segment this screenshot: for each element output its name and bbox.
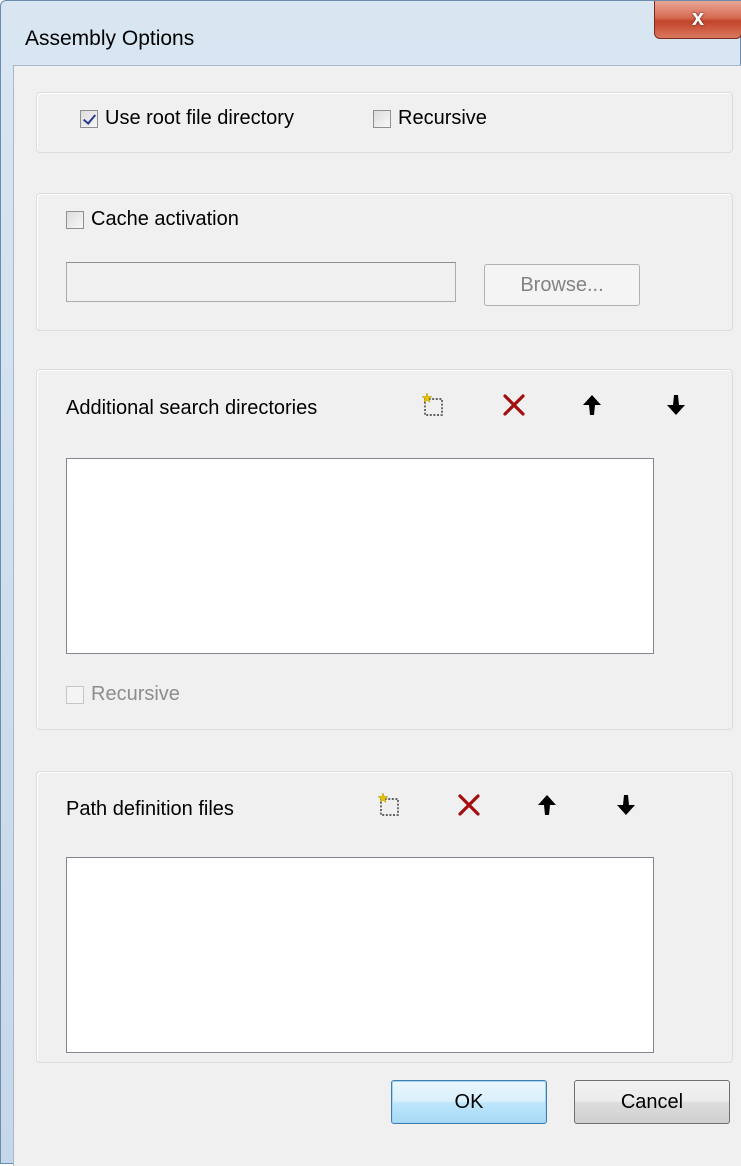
- search-directories-list[interactable]: [66, 458, 654, 654]
- new-item-icon[interactable]: [377, 792, 403, 818]
- delete-icon[interactable]: [456, 792, 482, 818]
- cancel-button[interactable]: Cancel: [574, 1080, 730, 1124]
- delete-icon[interactable]: [501, 392, 527, 418]
- new-item-icon[interactable]: [421, 392, 447, 418]
- additional-search-directories-group: Additional search directories Recursive: [36, 369, 733, 730]
- assembly-options-dialog: Assembly Options x Use root file directo…: [0, 0, 741, 1166]
- cache-activation-checkbox[interactable]: Cache activation: [66, 208, 239, 231]
- root-recursive-label: Recursive: [398, 107, 487, 129]
- close-icon: x: [691, 5, 705, 30]
- cache-group: Cache activation Browse...: [36, 193, 733, 331]
- use-root-label: Use root file directory: [105, 107, 294, 129]
- arrow-down-icon[interactable]: [613, 792, 639, 818]
- cache-activation-checkbox-box[interactable]: [66, 210, 84, 229]
- root-recursive-checkbox-box[interactable]: [373, 109, 391, 128]
- browse-button[interactable]: Browse...: [484, 264, 640, 306]
- root-recursive-checkbox[interactable]: Recursive: [373, 107, 487, 130]
- dialog-body: Use root file directory Recursive Cache …: [13, 65, 741, 1166]
- path-definition-files-group: Path definition files: [36, 771, 733, 1063]
- arrow-up-icon[interactable]: [534, 792, 560, 818]
- search-recursive-checkbox-box[interactable]: [66, 685, 84, 704]
- window-title: Assembly Options: [25, 27, 195, 50]
- arrow-down-icon[interactable]: [663, 392, 689, 418]
- use-root-file-directory-checkbox[interactable]: Use root file directory: [80, 107, 294, 130]
- search-directories-title: Additional search directories: [66, 397, 318, 419]
- search-recursive-label: Recursive: [91, 683, 180, 705]
- cache-path-input[interactable]: [66, 262, 456, 302]
- ok-button[interactable]: OK: [391, 1080, 547, 1124]
- close-button[interactable]: x: [654, 1, 741, 39]
- path-definition-title: Path definition files: [66, 798, 234, 820]
- search-recursive-checkbox[interactable]: Recursive: [66, 683, 180, 706]
- root-directory-group: Use root file directory Recursive: [36, 92, 733, 153]
- arrow-up-icon[interactable]: [579, 392, 605, 418]
- cache-activation-label: Cache activation: [91, 208, 239, 230]
- use-root-checkbox-box[interactable]: [80, 109, 98, 128]
- path-definition-files-list[interactable]: [66, 857, 654, 1053]
